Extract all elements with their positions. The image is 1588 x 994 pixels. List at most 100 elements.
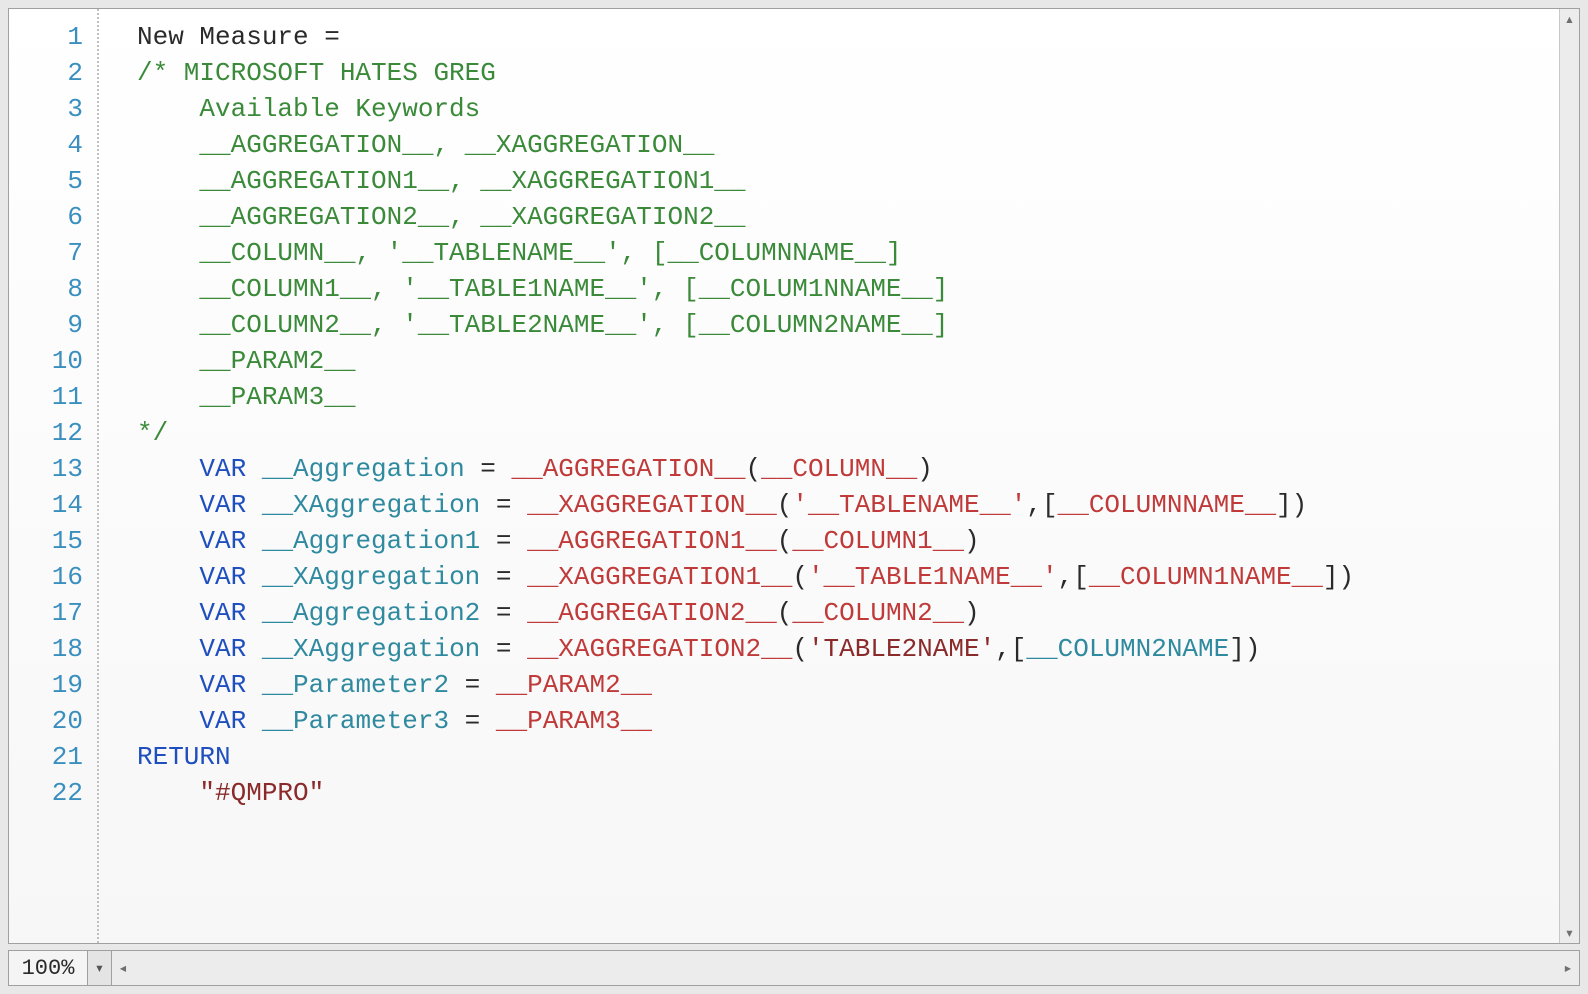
scroll-down-icon[interactable]: ▾ (1560, 923, 1579, 943)
zoom-dropdown-icon[interactable]: ▾ (88, 950, 112, 986)
code-token: __Parameter2 (262, 670, 449, 700)
line-number: 8 (9, 271, 97, 307)
code-token (137, 598, 199, 628)
line-number: 15 (9, 523, 97, 559)
code-token: __COLUMN2NAME (1026, 634, 1229, 664)
code-token: __AGGREGATION2__, __XAGGREGATION2__ (137, 202, 746, 232)
code-token: RETURN (137, 742, 231, 772)
code-line[interactable]: RETURN (137, 739, 1559, 775)
line-number: 20 (9, 703, 97, 739)
code-token: __COLUMN__ (761, 454, 917, 484)
code-area[interactable]: New Measure =/* MICROSOFT HATES GREG Ava… (99, 9, 1559, 943)
code-token: __Aggregation2 (262, 598, 480, 628)
code-token: __PARAM2__ (137, 346, 355, 376)
code-line[interactable]: __COLUMN2__, '__TABLE2NAME__', [__COLUMN… (137, 307, 1559, 343)
code-token: __AGGREGATION1__ (527, 526, 777, 556)
line-number: 13 (9, 451, 97, 487)
line-number: 2 (9, 55, 97, 91)
code-token: __COLUMN2__ (792, 598, 964, 628)
code-token: New Measure = (137, 22, 340, 52)
code-token: __XAggregation (262, 634, 480, 664)
code-line[interactable]: __PARAM3__ (137, 379, 1559, 415)
line-number: 4 (9, 127, 97, 163)
code-token: __Aggregation (262, 454, 465, 484)
code-token: "#QMPRO" (199, 778, 324, 808)
code-line[interactable]: __COLUMN__, '__TABLENAME__', [__COLUMNNA… (137, 235, 1559, 271)
code-line[interactable]: New Measure = (137, 19, 1559, 55)
code-token: __COLUMN__, '__TABLENAME__', [__COLUMNNA… (137, 238, 902, 268)
code-token: '__TABLENAME__' (792, 490, 1026, 520)
code-line[interactable]: __PARAM2__ (137, 343, 1559, 379)
code-token: VAR (199, 634, 261, 664)
code-token: __COLUMN1__, '__TABLE1NAME__', [__COLUM1… (137, 274, 948, 304)
line-number: 9 (9, 307, 97, 343)
line-number: 16 (9, 559, 97, 595)
code-token: VAR (199, 706, 261, 736)
code-token: __AGGREGATION2__ (527, 598, 777, 628)
zoom-level[interactable]: 100% (8, 950, 88, 986)
code-line[interactable]: Available Keywords (137, 91, 1559, 127)
code-line[interactable]: */ (137, 415, 1559, 451)
code-token: = (480, 490, 527, 520)
code-token: VAR (199, 490, 261, 520)
formula-editor[interactable]: 12345678910111213141516171819202122 New … (8, 8, 1580, 944)
code-token: = (480, 634, 527, 664)
code-token: __COLUMNNAME__ (1058, 490, 1276, 520)
line-number: 21 (9, 739, 97, 775)
code-token: '__TABLE1NAME__' (808, 562, 1058, 592)
code-token: = (449, 706, 496, 736)
code-token: __XAGGREGATION1__ (527, 562, 792, 592)
code-token: ,[ (1026, 490, 1057, 520)
line-number-gutter: 12345678910111213141516171819202122 (9, 9, 99, 943)
code-token: Available Keywords (137, 94, 480, 124)
code-token: ]) (1276, 490, 1307, 520)
line-number: 11 (9, 379, 97, 415)
code-line[interactable]: VAR __XAggregation = __XAGGREGATION1__('… (137, 559, 1559, 595)
code-token: __XAggregation (262, 490, 480, 520)
scroll-up-icon[interactable]: ▴ (1560, 9, 1579, 29)
code-line[interactable]: VAR __Aggregation1 = __AGGREGATION1__(__… (137, 523, 1559, 559)
code-line[interactable]: VAR __Aggregation = __AGGREGATION__(__CO… (137, 451, 1559, 487)
code-line[interactable]: VAR __Parameter3 = __PARAM3__ (137, 703, 1559, 739)
code-token (137, 634, 199, 664)
code-line[interactable]: VAR __XAggregation = __XAGGREGATION2__('… (137, 631, 1559, 667)
code-line[interactable]: VAR __Aggregation2 = __AGGREGATION2__(__… (137, 595, 1559, 631)
code-token: 'TABLE2NAME' (808, 634, 995, 664)
scroll-right-icon[interactable]: ▸ (1557, 951, 1579, 985)
code-line[interactable]: __AGGREGATION2__, __XAGGREGATION2__ (137, 199, 1559, 235)
code-token: ,[ (1058, 562, 1089, 592)
line-number: 22 (9, 775, 97, 811)
code-token: = (449, 670, 496, 700)
code-token: ) (964, 598, 980, 628)
code-token (137, 454, 199, 484)
status-bar: 100% ▾ ◂ ▸ (8, 950, 1580, 986)
line-number: 6 (9, 199, 97, 235)
line-number: 12 (9, 415, 97, 451)
code-line[interactable]: VAR __Parameter2 = __PARAM2__ (137, 667, 1559, 703)
code-line[interactable]: "#QMPRO" (137, 775, 1559, 811)
code-line[interactable]: /* MICROSOFT HATES GREG (137, 55, 1559, 91)
code-line[interactable]: VAR __XAggregation = __XAGGREGATION__('_… (137, 487, 1559, 523)
code-token: __XAGGREGATION2__ (527, 634, 792, 664)
code-token: = (480, 526, 527, 556)
code-token: ,[ (995, 634, 1026, 664)
code-line[interactable]: __COLUMN1__, '__TABLE1NAME__', [__COLUM1… (137, 271, 1559, 307)
horizontal-scrollbar[interactable]: ◂ ▸ (112, 950, 1580, 986)
code-line[interactable]: __AGGREGATION1__, __XAGGREGATION1__ (137, 163, 1559, 199)
code-token (137, 778, 199, 808)
code-token: VAR (199, 598, 261, 628)
code-token: VAR (199, 526, 261, 556)
vertical-scrollbar[interactable]: ▴ ▾ (1559, 9, 1579, 943)
scroll-left-icon[interactable]: ◂ (112, 951, 134, 985)
line-number: 19 (9, 667, 97, 703)
line-number: 5 (9, 163, 97, 199)
code-token: __XAGGREGATION__ (527, 490, 777, 520)
code-token: __COLUMN1NAME__ (1089, 562, 1323, 592)
line-number: 17 (9, 595, 97, 631)
code-token: VAR (199, 562, 261, 592)
code-line[interactable]: __AGGREGATION__, __XAGGREGATION__ (137, 127, 1559, 163)
code-token (137, 562, 199, 592)
code-token: ) (917, 454, 933, 484)
line-number: 10 (9, 343, 97, 379)
code-token: __Parameter3 (262, 706, 449, 736)
